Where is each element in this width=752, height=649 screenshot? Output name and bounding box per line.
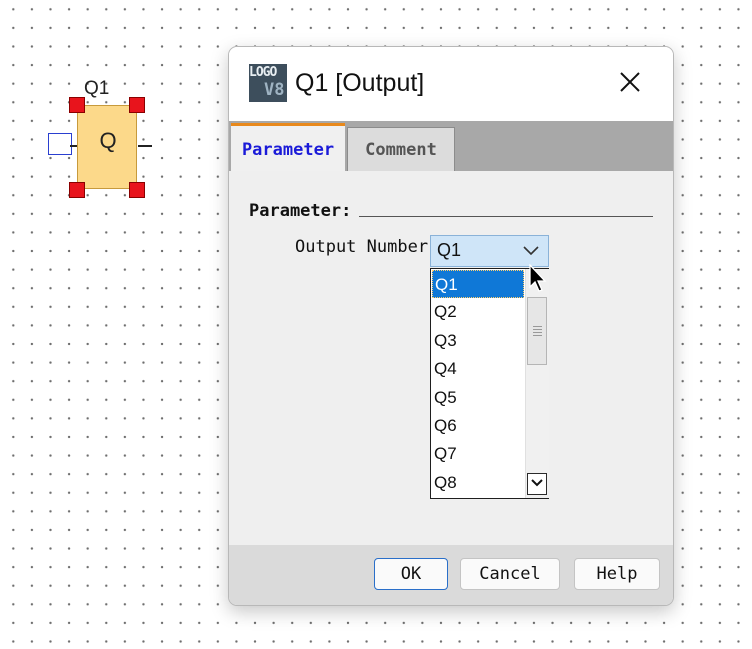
- cancel-button[interactable]: Cancel: [460, 558, 560, 590]
- parameter-group-label: Parameter:: [249, 201, 352, 221]
- group-divider: [359, 216, 653, 217]
- dropdown-option[interactable]: Q2: [432, 298, 524, 326]
- scrollbar-thumb[interactable]: [527, 297, 547, 365]
- dialog-footer: OK Cancel Help: [229, 545, 673, 605]
- grip-line: [533, 329, 542, 330]
- dialog-title: Q1 [Output]: [295, 69, 425, 97]
- close-icon: [620, 72, 640, 92]
- chevron-down-icon: [523, 246, 539, 256]
- grip-line: [533, 326, 542, 327]
- input-pin-connector[interactable]: [48, 133, 72, 155]
- resize-handle-top-left[interactable]: [69, 97, 85, 113]
- tab-strip: Parameter Comment: [229, 121, 673, 171]
- dialog-titlebar[interactable]: LOGO V8 Q1 [Output]: [229, 47, 673, 119]
- logo-v8-icon: LOGO V8: [249, 64, 287, 102]
- scroll-down-button[interactable]: [527, 473, 547, 495]
- help-button[interactable]: Help: [574, 558, 660, 590]
- tab-parameter[interactable]: Parameter: [231, 123, 345, 171]
- resize-handle-top-right[interactable]: [129, 97, 145, 113]
- resize-handle-bottom-left[interactable]: [69, 182, 85, 198]
- ok-button[interactable]: OK: [374, 558, 448, 590]
- grip-line: [533, 332, 542, 333]
- dropdown-option[interactable]: Q5: [432, 384, 524, 412]
- mouse-cursor-icon: [529, 264, 547, 292]
- output-number-dropdown-list: Q1 Q2 Q3 Q4 Q5 Q6 Q7 Q8: [430, 268, 549, 499]
- dropdown-option[interactable]: Q7: [432, 440, 524, 468]
- dropdown-option[interactable]: Q8: [432, 469, 524, 497]
- resize-handle-bottom-right[interactable]: [129, 182, 145, 198]
- chevron-down-icon: [531, 479, 543, 487]
- grip-line: [533, 335, 542, 336]
- output-number-value: Q1: [437, 240, 462, 260]
- output-number-label: Output Number:: [295, 237, 439, 257]
- dropdown-scrollbar[interactable]: [525, 269, 549, 498]
- dropdown-option[interactable]: Q4: [432, 355, 524, 383]
- dropdown-option[interactable]: Q6: [432, 412, 524, 440]
- output-pin-line: [138, 145, 152, 147]
- parameter-panel: Parameter: Output Number: Q1 Q1 Q2 Q3 Q4 Q5 Q…: [229, 171, 673, 545]
- block-symbol-text: Q: [99, 128, 117, 153]
- output-properties-dialog: LOGO V8 Q1 [Output] Parameter Comment Pa…: [228, 46, 674, 606]
- close-button[interactable]: [609, 61, 651, 103]
- dropdown-option[interactable]: Q3: [432, 327, 524, 355]
- block-name-label: Q1: [84, 78, 110, 99]
- tab-comment[interactable]: Comment: [347, 127, 455, 171]
- output-number-select[interactable]: Q1: [430, 235, 549, 267]
- dropdown-option[interactable]: Q1: [432, 270, 524, 298]
